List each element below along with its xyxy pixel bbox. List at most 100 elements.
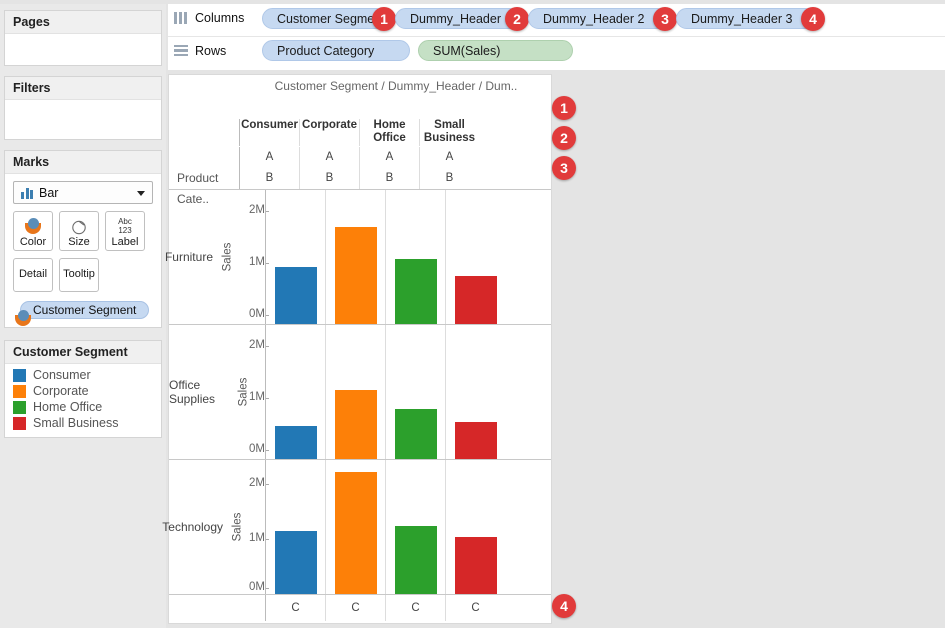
bar-cell[interactable]: [445, 190, 505, 324]
step-badges-column: 1 2 3: [552, 96, 576, 186]
footer-c[interactable]: C: [445, 595, 505, 621]
pill-label: Dummy_Header 3: [691, 11, 793, 26]
row-field-label: Product Cate..: [177, 171, 219, 206]
y-tick-0m: 0M: [249, 308, 269, 320]
pages-dropzone[interactable]: [5, 34, 161, 64]
bar-cell[interactable]: [385, 325, 445, 459]
pill-dummy-header-3[interactable]: Dummy_Header 3 4: [676, 6, 825, 31]
pill-sum-sales[interactable]: SUM(Sales): [418, 40, 573, 61]
subheader-a[interactable]: A: [419, 147, 479, 168]
detail-button[interactable]: Detail: [13, 258, 53, 292]
legend-item[interactable]: Corporate: [5, 383, 161, 399]
subheader-b[interactable]: B: [419, 168, 479, 189]
rows-icon: [174, 44, 188, 57]
bar-consumer[interactable]: [274, 267, 317, 324]
legend-item[interactable]: Home Office: [5, 399, 161, 415]
pane-technology: Technology Sales 2M 1M 0M: [162, 459, 551, 594]
pages-card: Pages: [4, 10, 162, 66]
bar-corporate[interactable]: [334, 227, 377, 324]
color-button-label: Color: [19, 236, 47, 248]
footer-corner: [169, 595, 265, 621]
column-header-home-office[interactable]: Home Office: [359, 119, 419, 146]
bar-cell[interactable]: [325, 190, 385, 324]
column-header-consumer[interactable]: Consumer: [239, 119, 299, 146]
pill-dummy-header[interactable]: Dummy_Header 2: [395, 6, 529, 31]
bar-cell[interactable]: [265, 190, 325, 324]
bar-home-office[interactable]: [394, 409, 437, 459]
marks-title: Marks: [5, 151, 161, 174]
bar-home-office[interactable]: [394, 259, 437, 324]
chevron-down-icon[interactable]: [137, 191, 145, 196]
bar-consumer[interactable]: [274, 426, 317, 459]
footer-c[interactable]: C: [385, 595, 445, 621]
subheader-b[interactable]: B: [299, 168, 359, 189]
pill-dummy-header-2[interactable]: Dummy_Header 2 3: [528, 6, 677, 31]
bar-small-business[interactable]: [454, 537, 497, 594]
legend-item[interactable]: Small Business: [5, 415, 161, 431]
subheader-a[interactable]: A: [359, 147, 419, 168]
shelves-area: Columns Customer Segment 1 Dummy_Header …: [168, 4, 945, 70]
column-header-corporate[interactable]: Corporate: [299, 119, 359, 146]
tooltip-button[interactable]: Tooltip: [59, 258, 99, 292]
filters-title: Filters: [5, 77, 161, 100]
footer-c[interactable]: C: [325, 595, 385, 621]
size-button[interactable]: Size: [59, 211, 99, 251]
bar-small-business[interactable]: [454, 276, 497, 324]
column-footer-row-c: C C C C: [169, 594, 551, 621]
step-badge-1: 1: [552, 96, 576, 120]
bar-cell[interactable]: [445, 325, 505, 459]
bar-cell[interactable]: [325, 325, 385, 459]
bar-cell[interactable]: [265, 325, 325, 459]
footer-c[interactable]: C: [265, 595, 325, 621]
y-axis-ticks: 2M 1M 0M: [239, 190, 269, 324]
step-badge-2: 2: [505, 6, 529, 31]
pill-label: Customer Segment: [277, 11, 385, 26]
marks-color-pill[interactable]: Customer Segment: [20, 301, 150, 319]
row-header-technology[interactable]: Technology: [162, 460, 225, 594]
legend-item-label: Small Business: [33, 416, 119, 430]
bar-cell[interactable]: [385, 190, 445, 324]
y-tick-0m: 0M: [249, 581, 269, 593]
column-header-small-business[interactable]: Small Business: [419, 119, 479, 146]
mark-type-dropdown[interactable]: Bar: [13, 181, 153, 204]
color-button[interactable]: Color: [13, 211, 53, 251]
columns-shelf-label: Columns: [168, 11, 262, 25]
bar-cell[interactable]: [265, 460, 325, 594]
rows-shelf-label: Rows: [168, 44, 262, 58]
y-tick-0m: 0M: [249, 443, 269, 455]
y-tick-1m: 1M: [249, 532, 269, 544]
pages-title: Pages: [5, 11, 161, 34]
columns-shelf[interactable]: Columns Customer Segment 1 Dummy_Header …: [168, 4, 945, 32]
pill-customer-segment[interactable]: Customer Segment 1: [262, 6, 396, 31]
row-header-office-supplies[interactable]: Office Supplies: [169, 325, 231, 459]
row-header-furniture[interactable]: Furniture: [165, 190, 215, 324]
filters-dropzone[interactable]: [5, 100, 161, 138]
size-button-label: Size: [68, 236, 90, 248]
subheader-b[interactable]: B: [359, 168, 419, 189]
subheader-b[interactable]: B: [239, 168, 299, 189]
bar-cell[interactable]: [325, 460, 385, 594]
step-badge-2: 2: [552, 126, 576, 150]
label-button[interactable]: Abc 123 Label: [105, 211, 145, 251]
step-badge-1: 1: [372, 6, 396, 31]
bar-corporate[interactable]: [334, 472, 377, 594]
size-circle-icon: [71, 217, 88, 236]
subheader-a[interactable]: A: [239, 147, 299, 168]
legend-swatch-corporate: [13, 384, 26, 398]
bar-cell[interactable]: [445, 460, 505, 594]
bar-home-office[interactable]: [394, 526, 437, 594]
pill-product-category[interactable]: Product Category: [262, 40, 410, 61]
axis-title-wrap: Sales: [225, 460, 243, 594]
subheader-a[interactable]: A: [299, 147, 359, 168]
bar-corporate[interactable]: [334, 390, 377, 459]
bar-consumer[interactable]: [274, 531, 317, 594]
bar-small-business[interactable]: [454, 422, 497, 459]
legend-item[interactable]: Consumer: [5, 367, 161, 383]
color-legend-card: Customer Segment Consumer Corporate Home…: [4, 340, 162, 438]
legend-swatch-small-business: [13, 416, 26, 430]
y-axis-ticks: 2M 1M 0M: [239, 460, 269, 594]
rows-shelf[interactable]: Rows Product Category SUM(Sales): [168, 36, 945, 64]
bar-cell[interactable]: [385, 460, 445, 594]
plot-technology: [265, 460, 551, 594]
column-headers-row: Consumer Corporate Home Office Small Bus…: [169, 97, 551, 147]
